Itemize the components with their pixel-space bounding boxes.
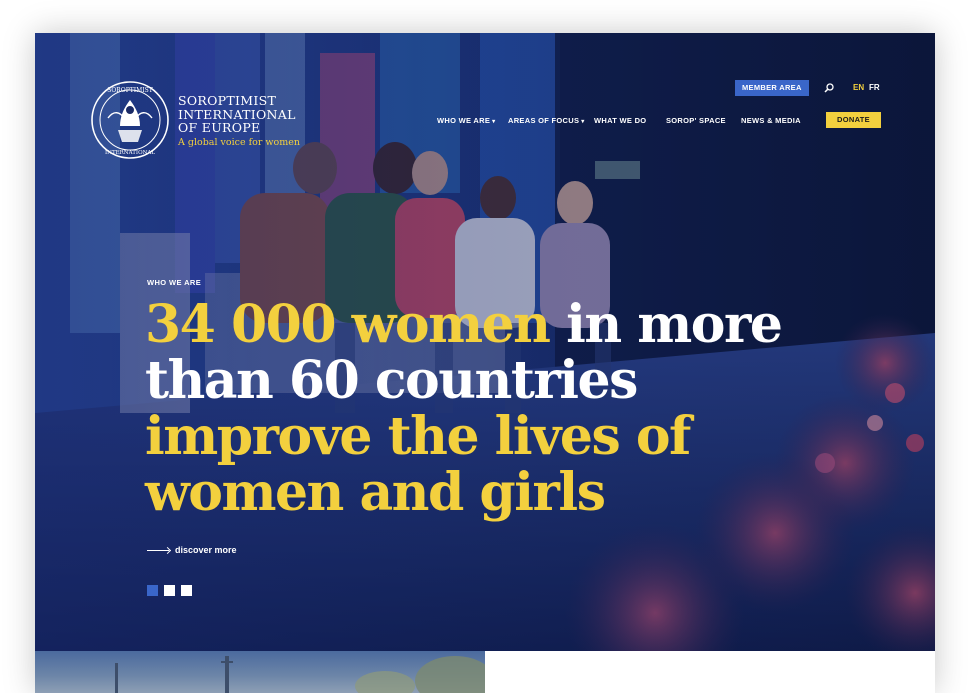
headline-highlight: 34 000 women [145, 294, 551, 355]
hero-headline: 34 000 women in more than 60 countries i… [145, 294, 783, 523]
member-area-button[interactable]: MEMBER AREA [735, 80, 809, 96]
arrow-right-icon [147, 550, 169, 552]
nav-what-we-do[interactable]: WHAT WE DO [594, 116, 646, 125]
headline-line-4: women and girls [145, 462, 606, 523]
headline-line-1: 34 000 women in more [145, 294, 783, 355]
next-section-panel [485, 651, 935, 693]
search-icon[interactable] [824, 83, 834, 93]
headline-line-3: improve the lives of [145, 406, 691, 467]
slider-dot-2[interactable] [164, 585, 175, 596]
soroptimist-seal-logo[interactable]: SOROPTIMIST INTERNATIONAL [90, 80, 170, 160]
seal-text-bottom: INTERNATIONAL [105, 150, 155, 156]
slider-dot-1[interactable] [147, 585, 158, 596]
nav-sorop-space[interactable]: SOROP' SPACE [666, 116, 726, 125]
discover-more-label: discover more [175, 545, 237, 555]
seal-text-top: SOROPTIMIST [107, 87, 153, 94]
slider-dot-3[interactable] [181, 585, 192, 596]
brand-tagline: A global voice for women [178, 137, 301, 148]
nav-label: WHO WE ARE [437, 116, 491, 125]
nav-label: SOROP' SPACE [666, 116, 726, 125]
slider-pagination [147, 583, 198, 601]
nav-label: AREAS OF FOCUS [508, 116, 580, 125]
discover-more-link[interactable]: discover more [147, 545, 237, 555]
brand-name-line: OF EUROPE [178, 120, 261, 135]
brand-name-line: SOROPTIMIST [178, 93, 277, 108]
page-frame: SOROPTIMIST INTERNATIONAL SOROPTIMIST IN… [35, 33, 935, 693]
language-en[interactable]: EN [853, 83, 864, 92]
headline-line-2: than 60 countries [145, 350, 638, 411]
caret-down-icon: ▾ [492, 119, 496, 125]
next-section-image [35, 651, 485, 693]
nav-areas-of-focus[interactable]: AREAS OF FOCUS ▾ [508, 116, 585, 125]
hero-eyebrow: WHO WE ARE [147, 278, 202, 287]
nav-news-media[interactable]: NEWS & MEDIA [741, 116, 801, 125]
nav-who-we-are[interactable]: WHO WE ARE ▾ [437, 116, 495, 125]
hero-section: SOROPTIMIST INTERNATIONAL SOROPTIMIST IN… [35, 33, 935, 651]
brand-name-line: INTERNATIONAL [178, 106, 296, 122]
brand-name[interactable]: SOROPTIMIST INTERNATIONAL OF EUROPE [178, 94, 296, 135]
headline-text: in more [549, 294, 783, 355]
caret-down-icon: ▾ [581, 119, 585, 125]
nav-label: NEWS & MEDIA [741, 116, 801, 125]
nav-label: WHAT WE DO [594, 116, 647, 125]
next-section-image-art [115, 656, 485, 693]
language-fr[interactable]: FR [869, 83, 880, 92]
donate-button[interactable]: DONATE [826, 112, 881, 128]
